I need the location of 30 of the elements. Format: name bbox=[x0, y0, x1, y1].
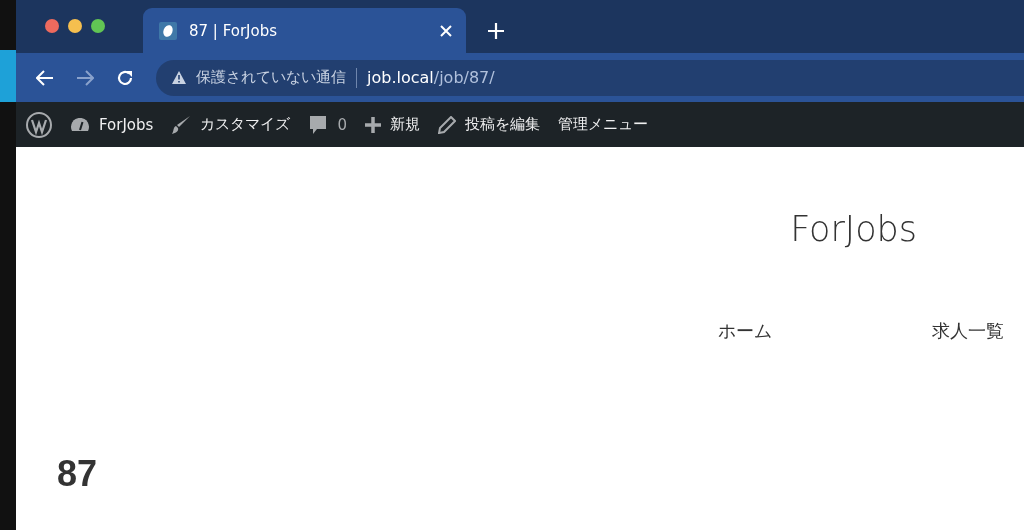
admin-bar-comments-item[interactable]: 0 bbox=[308, 114, 347, 135]
comment-icon bbox=[308, 114, 329, 135]
security-label: 保護されていない通信 bbox=[196, 68, 346, 87]
admin-bar-customize-item[interactable]: カスタマイズ bbox=[171, 114, 291, 135]
close-window-icon[interactable] bbox=[45, 19, 59, 33]
nav-link[interactable]: ホーム bbox=[718, 319, 772, 343]
admin-bar-new-item[interactable]: 新規 bbox=[364, 115, 420, 134]
forward-icon[interactable] bbox=[76, 69, 94, 86]
site-title[interactable]: ForJobs bbox=[790, 209, 917, 249]
new-tab-icon[interactable] bbox=[488, 23, 504, 39]
admin-bar-menu-item[interactable]: 管理メニュー bbox=[557, 115, 648, 134]
post-title: 87 bbox=[57, 453, 99, 495]
plus-icon bbox=[364, 116, 381, 133]
admin-bar-site-item[interactable]: ForJobs bbox=[70, 115, 154, 134]
admin-bar-edit-item[interactable]: 投稿を編集 bbox=[437, 115, 540, 134]
dashboard-icon bbox=[70, 117, 90, 132]
nav-link[interactable]: 求人一覧 bbox=[932, 319, 1004, 343]
url-text: job.local/job/87/ bbox=[367, 68, 495, 87]
zoom-window-icon[interactable] bbox=[91, 19, 105, 33]
minimize-window-icon[interactable] bbox=[68, 19, 82, 33]
logo-icon[interactable] bbox=[26, 111, 52, 138]
reload-icon[interactable] bbox=[116, 68, 134, 87]
favicon-icon bbox=[159, 21, 177, 40]
address-bar[interactable]: 保護されていない通信 job.local/job/87/ bbox=[156, 59, 1024, 96]
close-icon[interactable] bbox=[440, 24, 452, 37]
browser-tab[interactable]: 87 | ForJobs bbox=[143, 8, 466, 53]
back-icon[interactable] bbox=[36, 69, 54, 86]
brush-icon bbox=[171, 114, 192, 135]
warning-icon bbox=[172, 71, 186, 84]
pencil-icon bbox=[437, 115, 456, 134]
